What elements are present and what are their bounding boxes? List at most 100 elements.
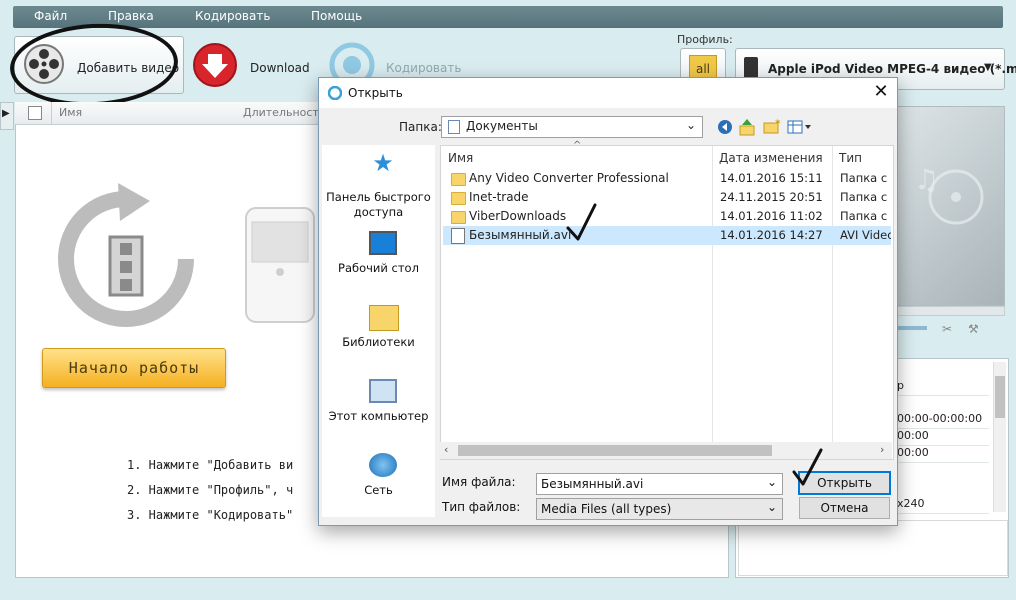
chevron-down-icon: ⌄ [767,475,778,489]
instruction-2: 2. Нажмите "Профиль", ч [127,483,294,497]
filename-input[interactable]: Безымянный.avi ⌄ [536,473,783,495]
menu-file[interactable]: Файл [34,9,67,23]
hand-drawn-circle-annotation [7,19,181,111]
chevron-right-icon: ▶ [2,108,10,119]
column-name[interactable]: Имя [448,151,473,165]
folder-value: Документы [466,119,538,133]
wrench-icon[interactable]: ⚒ [968,322,979,336]
navigation-pane: ★ Панель быстрого доступа Рабочий стол Б… [322,145,435,517]
filetype-value: Media Files (all types) [541,502,672,516]
file-row-selected[interactable]: Безымянный.avi 14.01.2016 14:27 AVI Vide… [443,226,891,245]
nav-this-computer-label: Этот компьютер [328,409,429,423]
file-date: 14.01.2016 11:02 [720,209,823,223]
folder-icon [451,192,466,205]
property-value: р [897,379,989,396]
nav-quick-access[interactable]: ★ Панель быстрого доступа [322,151,435,221]
cancel-button[interactable]: Отмена [799,497,890,519]
file-date: 24.11.2015 20:51 [720,190,823,204]
close-icon[interactable]: ✕ [871,82,891,102]
column-name-header[interactable]: Имя [59,106,82,119]
folder-label: Папка: [399,120,442,134]
disc-icon: ♫ [914,163,984,225]
file-name: Inet-trade [469,190,529,204]
scroll-right-icon[interactable]: › [880,443,884,456]
nav-network-label: Сеть [364,483,393,497]
menu-help[interactable]: Помощь [311,9,362,23]
file-type: Папка с файлами [840,209,891,223]
nav-network[interactable]: Сеть [322,453,435,503]
file-name: Безымянный.avi [469,228,572,242]
instruction-1: 1. Нажмите "Добавить ви [127,458,294,472]
open-file-dialog: Открыть ✕ Папка: Документы ⌄ ✶ ★ Панель … [318,77,898,526]
folder-icon [451,211,466,224]
volume-slider[interactable] [895,326,927,330]
nav-desktop-label: Рабочий стол [338,261,419,275]
computer-icon [369,379,397,403]
dialog-title: Открыть [348,86,403,100]
scissors-icon[interactable]: ✂ [942,322,952,336]
download-icon [193,43,237,87]
property-value: 00:00-00:00:00 [897,412,989,429]
video-file-icon [451,228,465,244]
filename-value: Безымянный.avi [541,477,644,491]
file-type: Папка с файлами [840,190,891,204]
collapse-arrow[interactable]: ▶ [0,102,14,130]
menu-encode[interactable]: Кодировать [195,9,270,23]
scroll-left-icon[interactable]: ‹ [444,443,448,456]
view-menu-icon[interactable] [787,119,813,135]
file-row[interactable]: ViberDownloads 14.01.2016 11:02 Папка с … [443,207,891,226]
libraries-icon [369,305,399,331]
file-date: 14.01.2016 14:27 [720,228,823,242]
menu-edit[interactable]: Правка [108,9,154,23]
sort-caret-icon: ^ [573,140,582,151]
scroll-thumb[interactable] [995,376,1005,418]
nav-libraries-label: Библиотеки [342,335,415,349]
column-duration-header[interactable]: Длительность [243,106,325,119]
output-area [738,520,1008,576]
nav-quick-access-label: Панель быстрого доступа [326,190,431,219]
back-icon[interactable] [717,119,733,135]
up-folder-icon[interactable] [739,118,755,136]
app-icon [328,86,342,100]
dialog-title-bar: Открыть ✕ [319,78,897,108]
scroll-thumb[interactable] [458,445,772,456]
filetype-select[interactable]: Media Files (all types) ⌄ [536,498,783,520]
star-icon: ★ [372,149,394,177]
properties-scrollbar[interactable] [993,362,1006,512]
file-row[interactable]: Any Video Converter Professional 14.01.2… [443,169,891,188]
video-preview: ♫ [895,106,1005,306]
folder-select[interactable]: Документы ⌄ [441,116,703,138]
network-icon [369,453,397,477]
column-type[interactable]: Тип [839,151,862,165]
nav-libraries[interactable]: Библиотеки [322,305,435,355]
preview-seek-bar[interactable] [895,306,1005,316]
column-date[interactable]: Дата изменения [719,151,823,165]
download-label[interactable]: Download [250,61,310,75]
download-button[interactable] [192,42,238,88]
filetype-label: Тип файлов: [442,500,521,514]
documents-icon [448,120,460,134]
new-folder-icon[interactable]: ✶ [763,118,781,134]
select-all-checkbox[interactable] [28,106,42,120]
profile-selected-value: Apple iPod Video MPEG-4 видео (*.m... [768,62,1016,76]
hand-drawn-checkmark [566,203,597,241]
chevron-down-icon: ▼ [984,62,992,73]
start-button[interactable]: Начало работы [42,348,226,388]
menu-bar: Файл Правка Кодировать Помощь [13,6,1003,28]
dialog-file-list: ^ Имя Дата изменения Тип Any Video Conve… [440,140,894,460]
header-divider [51,102,52,124]
property-value: 00:00 [897,446,989,463]
svg-text:♫: ♫ [914,163,939,196]
encode-label: Кодировать [386,61,462,75]
property-value: x240 [897,497,989,514]
property-value: 00:00 [897,429,989,446]
nav-this-computer[interactable]: Этот компьютер [322,379,435,429]
instruction-3: 3. Нажмите "Кодировать" [127,508,294,522]
file-date: 14.01.2016 15:11 [720,171,823,185]
file-name: Any Video Converter Professional [469,171,669,185]
folder-icon [451,173,466,186]
nav-desktop[interactable]: Рабочий стол [322,231,435,281]
smartphone-graphic [245,207,315,323]
file-name: ViberDownloads [469,209,567,223]
file-row[interactable]: Inet-trade 24.11.2015 20:51 Папка с файл… [443,188,891,207]
